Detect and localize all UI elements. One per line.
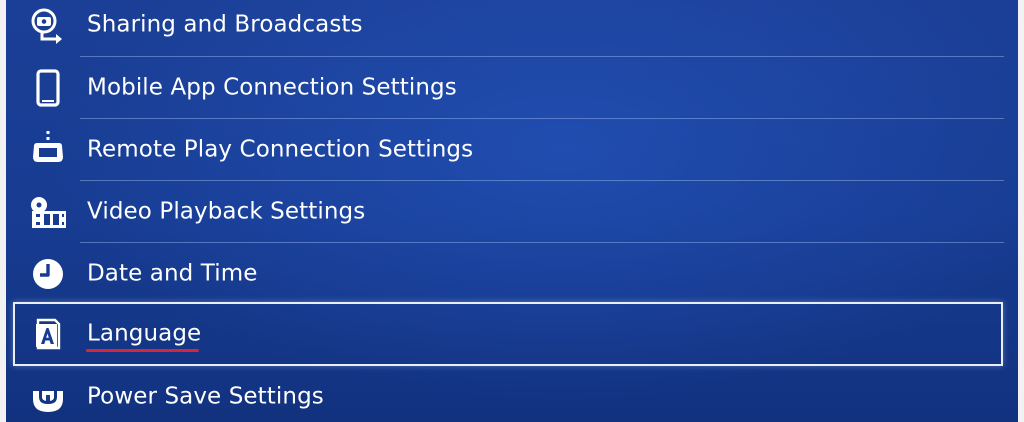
clock-icon <box>28 254 68 294</box>
menu-item-label: Mobile App Connection Settings <box>87 74 457 101</box>
menu-item-label: Sharing and Broadcasts <box>87 11 363 38</box>
video-playback-icon <box>28 192 68 232</box>
annotation-underline <box>86 349 199 352</box>
mobile-phone-icon <box>28 68 68 108</box>
menu-item-video-playback-settings[interactable]: Video Playback Settings <box>6 181 1018 243</box>
menu-item-label: Video Playback Settings <box>87 198 366 225</box>
menu-item-power-save-settings[interactable]: Power Save Settings <box>6 366 1018 422</box>
settings-screen: Sharing and Broadcasts Mobile App Connec… <box>6 0 1018 422</box>
menu-item-mobile-app-connection-settings[interactable]: Mobile App Connection Settings <box>6 57 1018 119</box>
menu-item-date-and-time[interactable]: Date and Time <box>6 243 1018 305</box>
language-icon <box>28 314 68 354</box>
menu-item-label: Language <box>87 320 202 347</box>
menu-item-label: Remote Play Connection Settings <box>87 136 474 163</box>
power-save-icon <box>28 377 68 417</box>
remote-play-icon <box>28 130 68 170</box>
menu-item-label: Power Save Settings <box>87 383 324 410</box>
share-broadcast-icon <box>28 5 68 45</box>
menu-item-remote-play-connection-settings[interactable]: Remote Play Connection Settings <box>6 119 1018 181</box>
menu-item-language[interactable]: Language <box>6 302 1018 366</box>
menu-item-sharing-and-broadcasts[interactable]: Sharing and Broadcasts <box>6 0 1018 56</box>
menu-item-label: Date and Time <box>87 260 258 287</box>
